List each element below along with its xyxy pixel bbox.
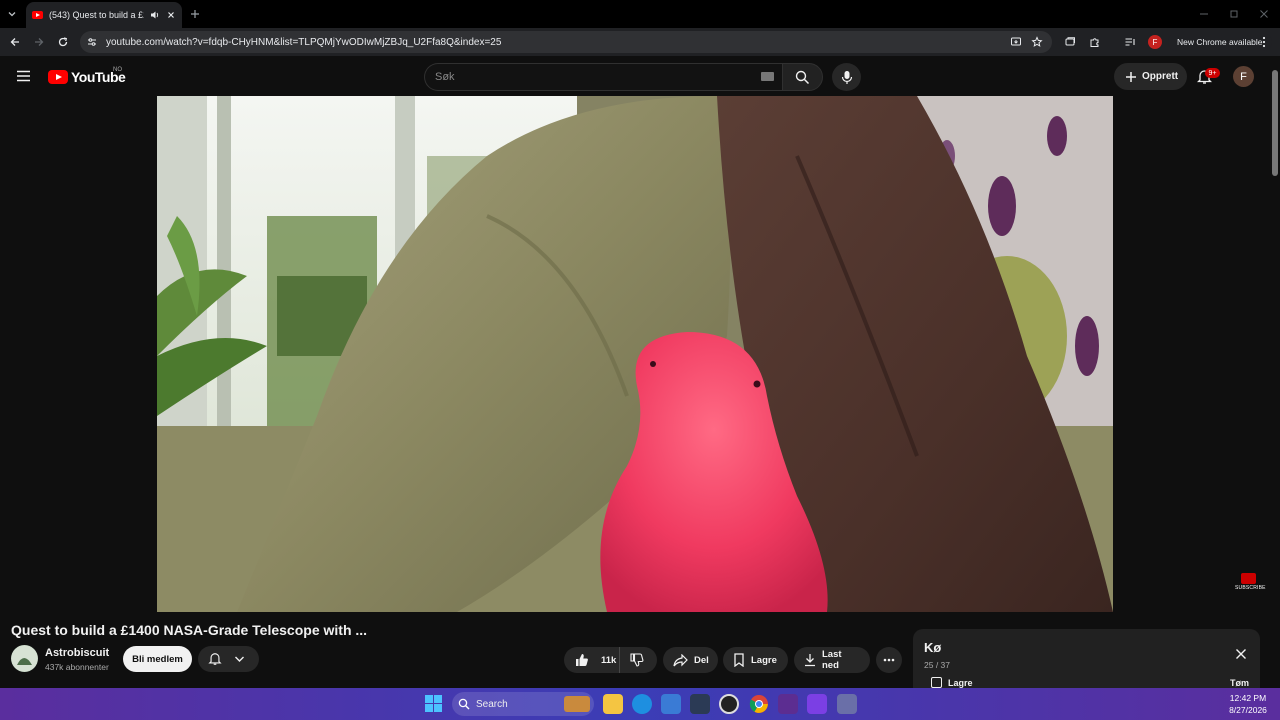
media-control-icon[interactable]	[1064, 36, 1076, 48]
profile-avatar[interactable]: F	[1148, 35, 1162, 49]
taskbar-search-box[interactable]: Search	[452, 692, 594, 716]
subscriber-count: 437k abonnenter	[45, 662, 109, 672]
thumbs-down-icon[interactable]	[630, 653, 644, 667]
tab-close-icon[interactable]	[166, 10, 176, 20]
bookmark-star-icon[interactable]	[1031, 36, 1043, 48]
snipping-tool-icon[interactable]	[690, 694, 710, 714]
like-divider	[619, 647, 620, 673]
keyboard-icon[interactable]	[761, 72, 774, 81]
more-horizontal-icon	[883, 658, 895, 662]
scrollbar-thumb[interactable]	[1272, 70, 1278, 176]
youtube-favicon-icon	[32, 11, 43, 19]
queue-title: Kø	[924, 640, 942, 655]
system-clock[interactable]: 12:42 PM 8/27/2026	[1224, 692, 1272, 716]
video-player[interactable]	[157, 96, 1113, 612]
create-label: Opprett	[1142, 71, 1179, 82]
thumbs-up-icon	[575, 653, 589, 667]
tab-search-icon[interactable]	[6, 8, 18, 20]
share-button[interactable]: Del	[663, 647, 718, 673]
channel-name[interactable]: Astrobiscuit	[45, 647, 109, 659]
taskbar-search-icon	[458, 698, 470, 710]
address-bar[interactable]: youtube.com/watch?v=fdqb-CHyHNM&list=TLP…	[80, 31, 1052, 53]
extensions-puzzle-icon[interactable]	[1089, 36, 1101, 48]
visual-studio-icon[interactable]	[778, 694, 798, 714]
cast-install-icon[interactable]	[1010, 36, 1022, 48]
window-minimize-icon[interactable]	[1198, 8, 1210, 20]
purple-app-icon[interactable]	[807, 694, 827, 714]
url-text: youtube.com/watch?v=fdqb-CHyHNM&list=TLP…	[106, 36, 502, 48]
reading-list-icon[interactable]	[1124, 36, 1136, 48]
download-button[interactable]: Last ned	[794, 647, 870, 673]
back-arrow-icon[interactable]	[9, 36, 21, 48]
channel-avatar[interactable]	[11, 645, 38, 672]
youtube-play-logo-icon	[48, 70, 68, 84]
account-avatar[interactable]: F	[1233, 66, 1254, 87]
region-code: NO	[113, 67, 122, 73]
generic-window-app-icon[interactable]	[837, 694, 857, 714]
watermark-play-icon	[1241, 573, 1256, 584]
clock-date: 8/27/2026	[1229, 705, 1267, 715]
save-label: Lagre	[751, 654, 777, 666]
chrome-menu-icon[interactable]	[1260, 36, 1268, 48]
forward-arrow-icon[interactable]	[33, 36, 45, 48]
new-chrome-label: New Chrome available	[1177, 37, 1263, 47]
voice-search-button[interactable]	[832, 63, 861, 91]
browser-tab-active[interactable]: (543) Quest to build a £1400	[26, 2, 182, 28]
subscription-bell-button[interactable]	[198, 646, 259, 672]
queue-clear-button[interactable]: Tøm	[1230, 678, 1249, 688]
like-count: 11k	[601, 654, 617, 666]
desktop-app-icon[interactable]	[661, 694, 681, 714]
reload-icon[interactable]	[57, 36, 69, 48]
bell-icon	[208, 652, 222, 666]
microphone-icon	[841, 70, 853, 85]
window-restore-icon[interactable]	[1228, 8, 1240, 20]
create-button[interactable]: Opprett	[1114, 63, 1187, 90]
checkbox-icon	[931, 677, 942, 688]
chevron-down-icon	[234, 654, 245, 664]
search-placeholder: Søk	[435, 71, 455, 83]
hamburger-menu-icon[interactable]	[16, 70, 31, 82]
save-button[interactable]: Lagre	[723, 647, 788, 673]
queue-save-label: Lagre	[948, 677, 973, 688]
queue-position: 25 / 37	[924, 660, 950, 670]
like-button[interactable]: 11k	[564, 647, 657, 673]
video-frame	[157, 96, 1113, 612]
tab-audio-icon[interactable]	[150, 10, 160, 20]
taskbar-search-label: Search	[476, 698, 508, 710]
video-title: Quest to build a £1400 NASA-Grade Telesc…	[11, 622, 368, 638]
search-icon	[795, 70, 810, 85]
edge-browser-icon[interactable]	[632, 694, 652, 714]
window-close-icon[interactable]	[1258, 8, 1270, 20]
plus-icon	[1125, 71, 1137, 83]
site-info-icon[interactable]	[87, 37, 97, 47]
share-label: Del	[694, 654, 709, 666]
download-icon	[804, 653, 816, 667]
windows-start-icon[interactable]	[425, 695, 442, 712]
queue-save-button[interactable]: Lagre	[931, 677, 973, 688]
download-label: Last ned	[822, 649, 842, 671]
notifications-badge: 9+	[1205, 68, 1220, 78]
chrome-browser-icon[interactable]	[749, 694, 769, 714]
queue-close-icon[interactable]	[1235, 648, 1247, 660]
obs-studio-icon[interactable]	[719, 694, 739, 714]
watermark-text: SUBSCRIBE	[1235, 585, 1266, 591]
join-button[interactable]: Bli medlem	[123, 646, 192, 672]
tab-title: (543) Quest to build a £1400	[49, 10, 144, 20]
more-actions-button[interactable]	[876, 647, 902, 673]
clock-time: 12:42 PM	[1229, 693, 1267, 703]
file-explorer-icon[interactable]	[603, 694, 623, 714]
search-button[interactable]	[782, 63, 823, 91]
search-input[interactable]: Søk	[424, 63, 782, 91]
search-highlight-icon	[564, 696, 590, 712]
share-arrow-icon	[673, 653, 688, 667]
channel-watermark[interactable]: SUBSCRIBE	[1235, 573, 1266, 593]
new-tab-icon[interactable]	[189, 8, 201, 20]
new-chrome-available-button[interactable]: New Chrome available	[1168, 33, 1272, 51]
bookmark-icon	[733, 653, 745, 667]
